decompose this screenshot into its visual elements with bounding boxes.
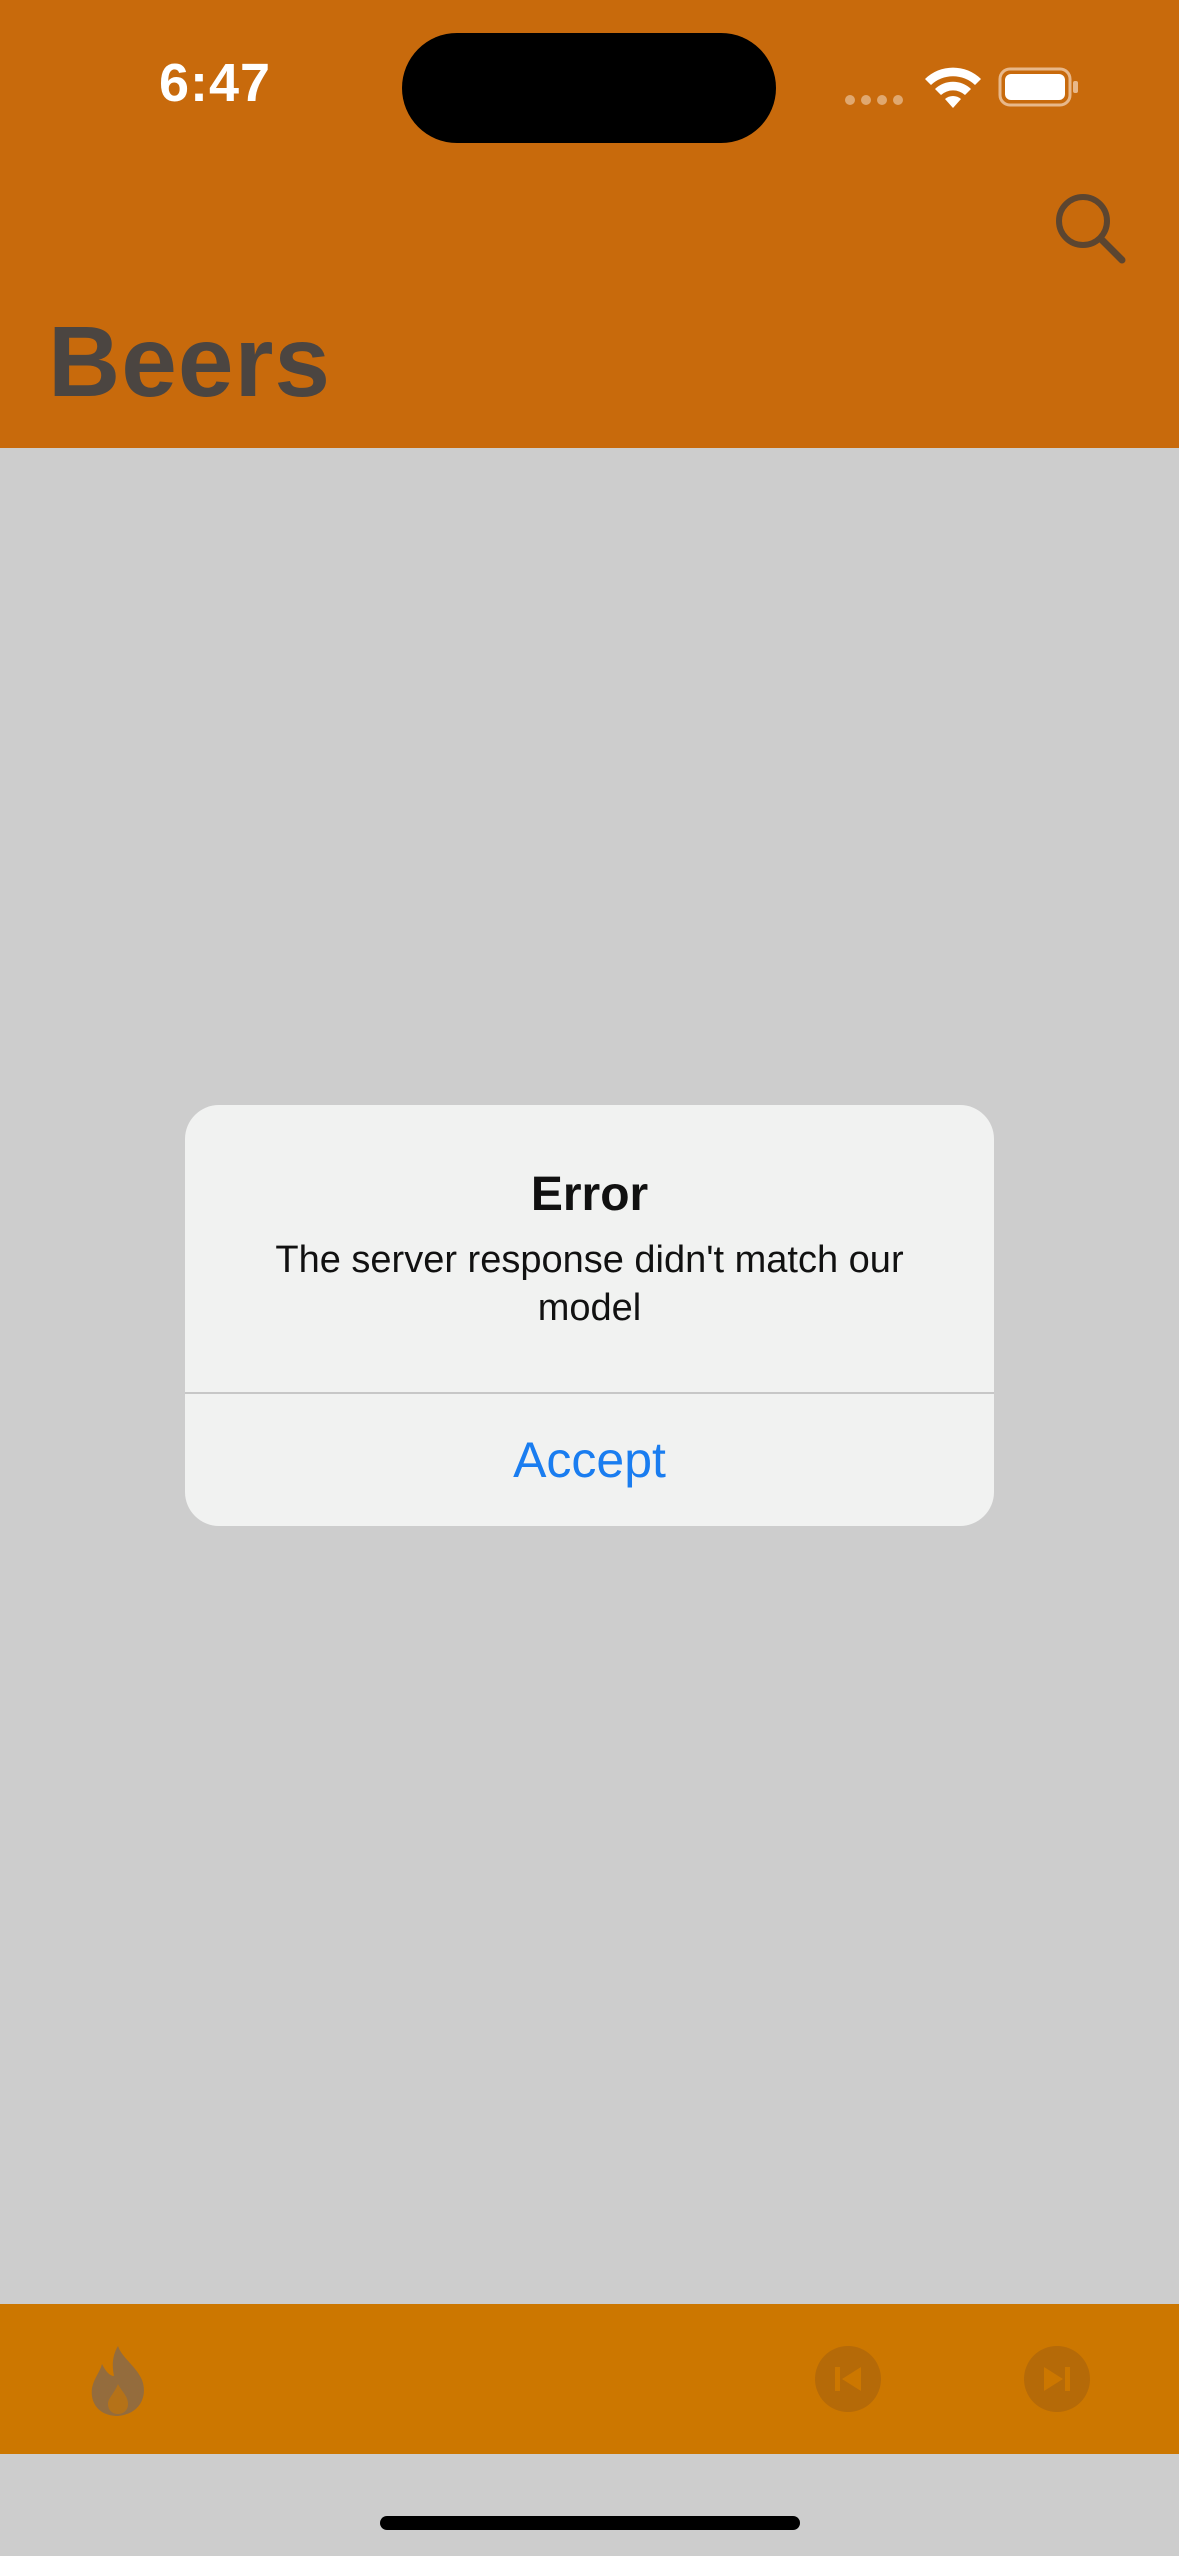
- wifi-icon: [925, 67, 981, 108]
- cellular-signal-icon: [845, 95, 903, 105]
- accept-button[interactable]: Accept: [185, 1394, 994, 1526]
- battery-icon: [998, 67, 1078, 107]
- home-indicator[interactable]: [380, 2516, 800, 2530]
- flame-icon: [91, 2346, 144, 2416]
- search-button[interactable]: [1050, 188, 1130, 268]
- status-time: 6:47: [158, 53, 272, 113]
- header: 6:47 Beers: [0, 0, 1179, 448]
- previous-icon: [815, 2346, 881, 2412]
- next-icon: [1024, 2346, 1090, 2412]
- search-icon: [1056, 194, 1126, 264]
- next-button[interactable]: [1024, 2346, 1090, 2412]
- bottom-toolbar: [0, 2304, 1179, 2454]
- error-alert: Error The server response didn't match o…: [185, 1105, 994, 1526]
- previous-button[interactable]: [815, 2346, 881, 2412]
- flame-button[interactable]: [88, 2344, 148, 2418]
- app-screen: 6:47 Beers Error The server response did…: [0, 0, 1179, 2556]
- alert-title: Error: [530, 1168, 649, 1221]
- page-title: Beers: [48, 306, 331, 418]
- dynamic-island: [402, 33, 776, 143]
- alert-message: The server response didn't match our mod…: [275, 1239, 904, 1329]
